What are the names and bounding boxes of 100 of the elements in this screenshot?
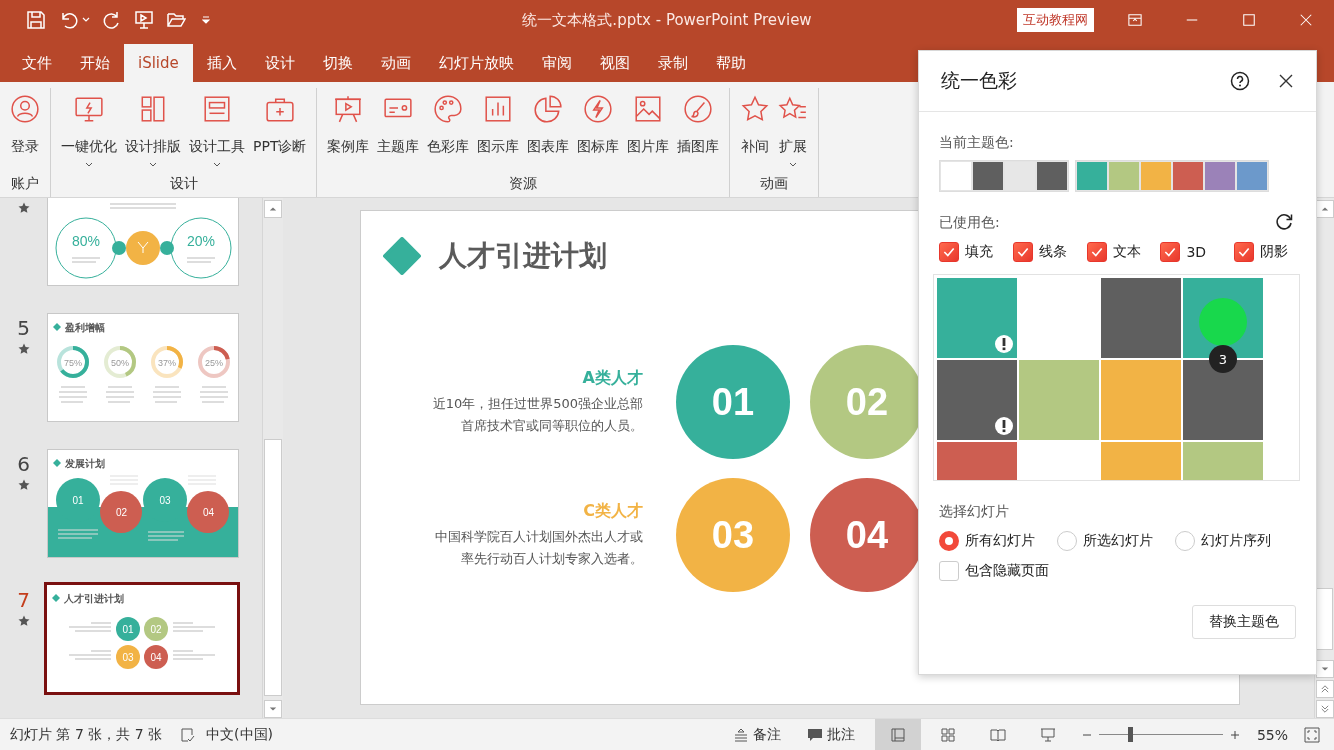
ribbon-tab[interactable]: iSlide xyxy=(124,44,193,82)
ribbon-button[interactable]: 色彩库 xyxy=(423,88,474,175)
ribbon-tab[interactable]: 插入 xyxy=(192,44,251,82)
scope-radio[interactable]: 幻灯片序列 xyxy=(1175,531,1271,551)
theme-swatch[interactable] xyxy=(1236,161,1268,191)
slide-thumbnail[interactable]: 发展计划 01 02 03 04 xyxy=(47,449,239,558)
scroll-thumb[interactable] xyxy=(264,439,282,696)
scope-radio[interactable]: 所有幻灯片 xyxy=(939,531,1035,551)
slide-title: 人才引进计划 xyxy=(439,238,607,274)
warning-icon xyxy=(994,416,1014,436)
ribbon-button[interactable]: 补间 xyxy=(736,88,775,175)
filter-checkbox[interactable]: 阴影 xyxy=(1234,242,1296,262)
slide-thumbnail[interactable]: 人才引进计划 01 02 03 04 xyxy=(44,582,240,695)
ribbon-tab[interactable]: 幻灯片放映 xyxy=(424,44,528,82)
hidden-pages-checkbox[interactable]: 包含隐藏页面 xyxy=(939,561,1296,581)
comment-icon xyxy=(806,726,823,743)
theme-swatch[interactable] xyxy=(972,161,1004,191)
redo-icon[interactable] xyxy=(102,10,122,30)
checkbox[interactable] xyxy=(1012,242,1033,262)
language-label[interactable]: 中文(中国) xyxy=(206,725,273,744)
checkbox[interactable] xyxy=(1234,242,1255,262)
scroll-down-icon[interactable] xyxy=(1315,660,1334,678)
ribbon-tab[interactable]: 帮助 xyxy=(701,44,760,82)
theme-swatch[interactable] xyxy=(1204,161,1236,191)
ribbon-button[interactable]: PPT诊断 xyxy=(249,88,311,175)
checkbox[interactable] xyxy=(1086,242,1107,262)
lightning-icon xyxy=(583,94,614,124)
ribbon-button[interactable]: 主题库 xyxy=(373,88,424,175)
ribbon-tab[interactable]: 文件 xyxy=(8,44,66,82)
site-badge[interactable]: 互动教程网 xyxy=(1017,8,1094,32)
color-swatch[interactable] xyxy=(1019,360,1099,440)
previous-slide-icon[interactable] xyxy=(1315,680,1334,698)
checkbox[interactable] xyxy=(939,561,959,581)
checkbox[interactable] xyxy=(1160,242,1181,262)
next-slide-icon[interactable] xyxy=(1315,700,1334,718)
ribbon-tab[interactable]: 视图 xyxy=(585,44,644,82)
ribbon-button[interactable]: 一键优化 xyxy=(57,88,121,175)
image-icon xyxy=(633,94,664,124)
book-icon xyxy=(989,726,1006,743)
slide-thumbnail[interactable]: 盈利增幅 75% 50% 37% 25% xyxy=(47,313,239,422)
theme-swatch[interactable] xyxy=(1140,161,1172,191)
color-swatch[interactable] xyxy=(1101,278,1181,358)
theme-swatch[interactable] xyxy=(1172,161,1204,191)
ribbon-button[interactable]: 插图库 xyxy=(673,88,724,175)
ribbon-tab[interactable]: 设计 xyxy=(250,44,309,82)
zoom-in-icon[interactable] xyxy=(1228,728,1241,741)
scroll-down-icon[interactable] xyxy=(264,700,282,718)
checkbox[interactable] xyxy=(939,242,959,262)
customize-icon[interactable] xyxy=(202,16,210,24)
checkmark-icon xyxy=(1089,245,1104,259)
help-icon[interactable] xyxy=(1230,71,1250,91)
notes-button[interactable]: 备注 xyxy=(726,724,787,745)
theme-swatch[interactable] xyxy=(1036,161,1068,191)
document-check-icon[interactable] xyxy=(180,726,197,743)
radio-button[interactable] xyxy=(1057,531,1077,551)
filter-checkbox[interactable]: 填充 xyxy=(939,242,1001,262)
ribbon-button[interactable]: 图片库 xyxy=(623,88,674,175)
ribbon-tab[interactable]: 录制 xyxy=(643,44,702,82)
replace-theme-color-button[interactable]: 替换主题色 xyxy=(1192,605,1296,639)
radio-button[interactable] xyxy=(1175,531,1195,551)
caret-icon[interactable] xyxy=(82,16,90,24)
radio-button[interactable] xyxy=(939,531,959,551)
filter-checkbox[interactable]: 线条 xyxy=(1012,242,1075,262)
theme-swatch[interactable] xyxy=(1076,161,1108,191)
theme-swatch[interactable] xyxy=(940,161,972,191)
scroll-up-icon[interactable] xyxy=(264,200,282,218)
ribbon-button[interactable]: 设计排版 xyxy=(121,88,185,175)
ribbon-tab[interactable]: 开始 xyxy=(66,44,124,82)
folder-icon[interactable] xyxy=(166,10,186,30)
view-button[interactable] xyxy=(874,718,921,750)
scrollbar[interactable] xyxy=(262,198,283,718)
easel-icon xyxy=(333,94,364,124)
refresh-icon[interactable] xyxy=(1274,212,1294,232)
ribbon-button[interactable]: 图示库 xyxy=(473,88,524,175)
ribbon-tab[interactable]: 切换 xyxy=(308,44,367,82)
theme-swatch[interactable] xyxy=(1004,161,1036,191)
window-icon xyxy=(202,94,232,124)
ribbon-button[interactable]: 扩展 xyxy=(774,88,813,175)
presentation-icon[interactable] xyxy=(134,10,154,30)
ribbon-tab[interactable]: 审阅 xyxy=(527,44,586,82)
drag-handle[interactable] xyxy=(1199,298,1247,346)
color-swatch[interactable] xyxy=(937,360,1017,440)
comments-button[interactable]: 批注 xyxy=(800,724,861,745)
theme-swatch[interactable] xyxy=(1108,161,1140,191)
slider-thumb[interactable] xyxy=(1127,727,1133,742)
ribbon-tab[interactable]: 动画 xyxy=(366,44,425,82)
zoom-level[interactable]: 55% xyxy=(1256,726,1288,743)
color-swatch[interactable] xyxy=(1101,360,1181,440)
color-swatch[interactable] xyxy=(937,278,1017,358)
ribbon-button[interactable]: 案例库 xyxy=(323,88,374,175)
fit-to-window-icon[interactable] xyxy=(1304,726,1320,743)
ribbon-button[interactable]: 设计工具 xyxy=(185,88,249,175)
ribbon-button[interactable]: 登录 xyxy=(6,88,44,175)
ribbon-button[interactable]: 图表库 xyxy=(523,88,574,175)
filter-checkbox[interactable]: 文本 xyxy=(1086,242,1149,262)
save-icon[interactable] xyxy=(26,10,46,30)
filter-checkbox[interactable]: 3D xyxy=(1160,242,1223,262)
ribbon-button[interactable]: 图标库 xyxy=(573,88,624,175)
caret-icon xyxy=(789,162,798,168)
scope-radio[interactable]: 所选幻灯片 xyxy=(1057,531,1153,551)
